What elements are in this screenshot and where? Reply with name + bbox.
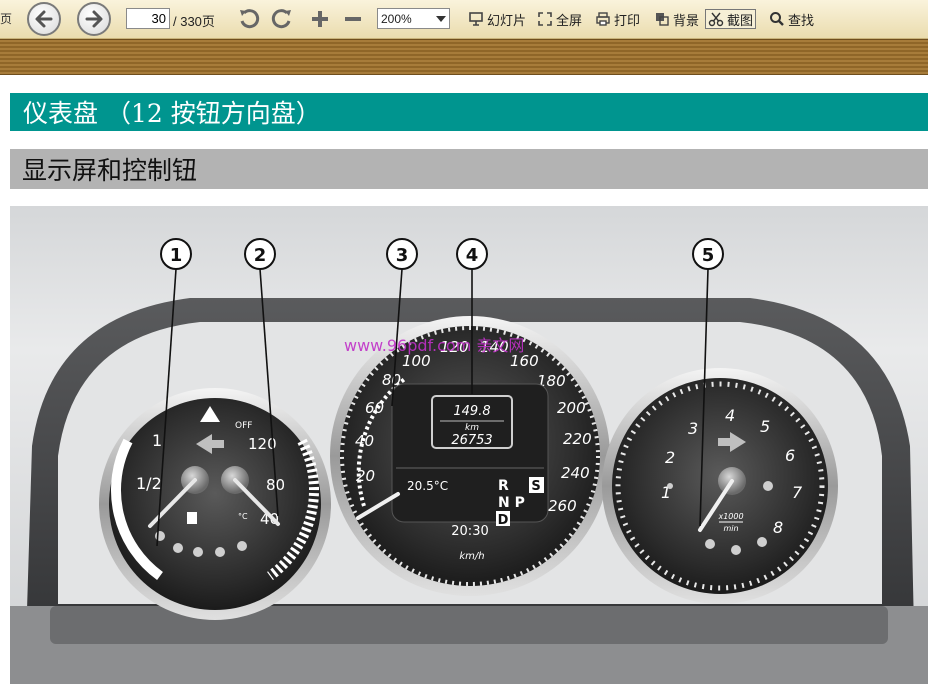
next-page-button[interactable] — [77, 2, 111, 36]
scissors-icon — [708, 12, 724, 27]
callout-2: 2 — [244, 238, 276, 270]
background-button[interactable]: 背景 — [652, 9, 701, 29]
rotate-right-button[interactable] — [268, 5, 296, 33]
screenshot-button[interactable]: 截图 — [705, 9, 757, 29]
odometer-unit: km — [465, 423, 479, 433]
rpm-label-6: 6 — [785, 446, 795, 465]
rpm-label-3: 3 — [688, 419, 698, 438]
rotate-left-button[interactable] — [235, 5, 263, 33]
zoom-in-button[interactable] — [306, 5, 334, 33]
rpm-unit-top: x1000 — [717, 512, 743, 521]
print-button[interactable]: 打印 — [593, 9, 642, 29]
speed-label-40: 40 — [355, 432, 374, 450]
reader-toolbar: 页 / 330页 200% — [0, 0, 928, 39]
gear-s: S — [531, 479, 540, 494]
speed-unit: km/h — [459, 551, 484, 562]
speed-label-60: 60 — [365, 399, 384, 417]
speed-label-240: 240 — [561, 464, 590, 482]
minus-icon — [345, 17, 361, 21]
page-total: / 330页 — [173, 14, 215, 29]
previous-page-button[interactable] — [27, 2, 61, 36]
search-icon — [770, 12, 784, 26]
gear-r: R — [498, 478, 509, 494]
instrument-cluster-illustration: 1 1/2 120 80 40 OFF °C 20 4 — [10, 238, 928, 684]
callout-2-label: 2 — [254, 245, 267, 266]
watermark: www.96pdf.com 亲文网 — [344, 336, 524, 355]
callout-1: 1 — [160, 238, 192, 270]
speed-label-260: 260 — [548, 497, 577, 515]
search-label: 查找 — [788, 12, 815, 28]
subsection-heading: 显示屏和控制钮 — [10, 149, 928, 189]
callout-3-label: 3 — [396, 245, 409, 266]
search-button[interactable]: 查找 — [767, 9, 816, 29]
background-label: 背景 — [673, 12, 700, 28]
decorative-band — [0, 39, 928, 75]
rotate-right-icon — [271, 9, 291, 29]
speed-label-220: 220 — [563, 430, 592, 448]
outside-temp: 20.5°C — [407, 479, 448, 493]
rpm-label-8: 8 — [773, 518, 783, 537]
print-label: 打印 — [614, 12, 641, 28]
instrument-cluster-figure: 1 1/2 120 80 40 OFF °C 20 4 — [10, 206, 928, 684]
background-icon — [656, 13, 669, 26]
coolant-temp-unit: °C — [238, 512, 248, 521]
zoom-out-button[interactable] — [339, 5, 367, 33]
fullscreen-button[interactable]: 全屏 — [535, 9, 584, 29]
gear-d: D — [498, 513, 509, 528]
chevron-down-icon — [436, 16, 446, 22]
speed-label-200: 200 — [557, 399, 586, 417]
rpm-label-4: 4 — [725, 406, 735, 425]
slideshow-label: 幻灯片 — [487, 12, 527, 28]
gear-np: N P — [498, 495, 525, 511]
zoom-value: 200% — [381, 11, 412, 26]
callout-4-label: 4 — [466, 245, 479, 266]
callout-1-label: 1 — [170, 245, 183, 266]
callout-5: 5 — [692, 238, 724, 270]
clock: 20:30 — [451, 524, 488, 539]
odometer-value: 26753 — [451, 433, 492, 448]
esp-off-label: OFF — [235, 421, 252, 431]
slideshow-button[interactable]: 幻灯片 — [466, 9, 528, 29]
fullscreen-label: 全屏 — [556, 12, 583, 28]
rpm-label-2: 2 — [665, 448, 675, 467]
edge-label: 页 — [0, 12, 13, 26]
zoom-select[interactable]: 200% — [377, 8, 450, 29]
plus-icon — [312, 11, 328, 27]
printer-icon — [596, 12, 610, 26]
section-heading: 仪表盘 （12 按钮方向盘） — [10, 93, 928, 131]
fuel-half-label: 1/2 — [136, 474, 162, 493]
rotate-left-icon — [240, 9, 260, 29]
trip-value: 149.8 — [453, 404, 490, 419]
callout-5-label: 5 — [702, 245, 715, 266]
speed-label-20: 20 — [356, 467, 375, 485]
left-gauge: 1 1/2 120 80 40 OFF °C — [99, 388, 331, 620]
arrow-right-icon — [85, 10, 103, 28]
screenshot-label: 截图 — [727, 12, 754, 28]
tachometer: 1 2 3 4 5 6 7 8 x1000 min — [602, 368, 838, 604]
fuel-pump-icon — [187, 512, 197, 524]
rpm-label-7: 7 — [792, 483, 803, 502]
rpm-label-5: 5 — [760, 417, 770, 436]
fuel-full-label: 1 — [152, 431, 162, 450]
slideshow-icon — [469, 12, 483, 26]
fullscreen-icon — [538, 12, 552, 26]
speedometer: 20 40 60 80 100 120 140 160 180 200 220 … — [330, 316, 610, 596]
callout-4: 4 — [456, 238, 488, 270]
callout-3: 3 — [386, 238, 418, 270]
arrow-left-icon — [35, 10, 53, 28]
rpm-unit-bottom: min — [723, 524, 738, 533]
page-number-input[interactable] — [126, 8, 170, 29]
